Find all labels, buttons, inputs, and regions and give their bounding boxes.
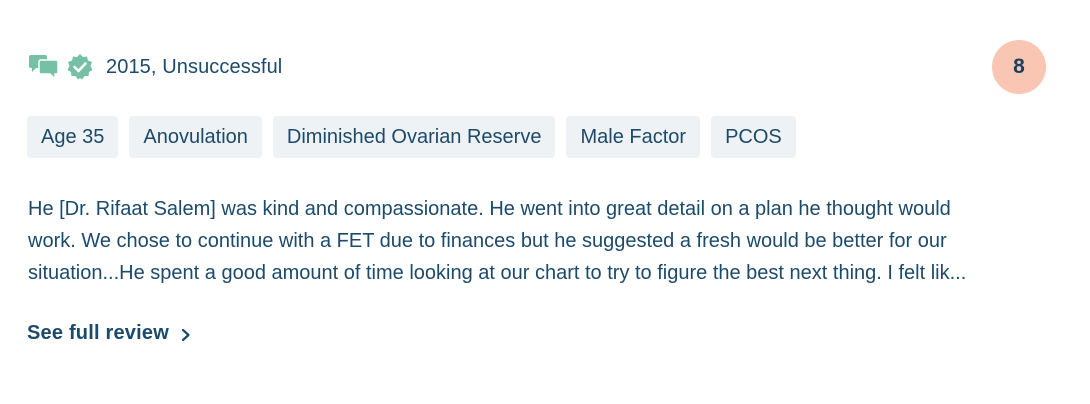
review-body-line: work. We chose to continue with a FET du… (28, 230, 947, 252)
chat-bubbles-icon (27, 53, 60, 81)
review-meta: 2015, Unsuccessful (106, 55, 283, 78)
review-body: He [Dr. Rifaat Salem] was kind and compa… (28, 193, 1048, 289)
review-card: 2015, Unsuccessful 8 Age 35 Anovulation … (0, 0, 1090, 404)
see-full-review-link[interactable]: See full review (27, 322, 193, 345)
verified-badge-icon (66, 53, 94, 81)
see-full-review-label: See full review (27, 322, 169, 344)
tag-chip: PCOS (711, 116, 796, 158)
tag-chip: Age 35 (27, 116, 119, 158)
tag-chip: Male Factor (566, 116, 701, 158)
tag-list: Age 35 Anovulation Diminished Ovarian Re… (27, 116, 796, 158)
review-header: 2015, Unsuccessful (27, 52, 282, 82)
tag-chip: Diminished Ovarian Reserve (272, 116, 556, 158)
review-body-line: He [Dr. Rifaat Salem] was kind and compa… (28, 198, 951, 220)
review-body-line: situation...He spent a good amount of ti… (28, 262, 967, 284)
chevron-right-icon (179, 326, 193, 342)
score-badge: 8 (992, 40, 1046, 94)
tag-chip: Anovulation (129, 116, 262, 158)
